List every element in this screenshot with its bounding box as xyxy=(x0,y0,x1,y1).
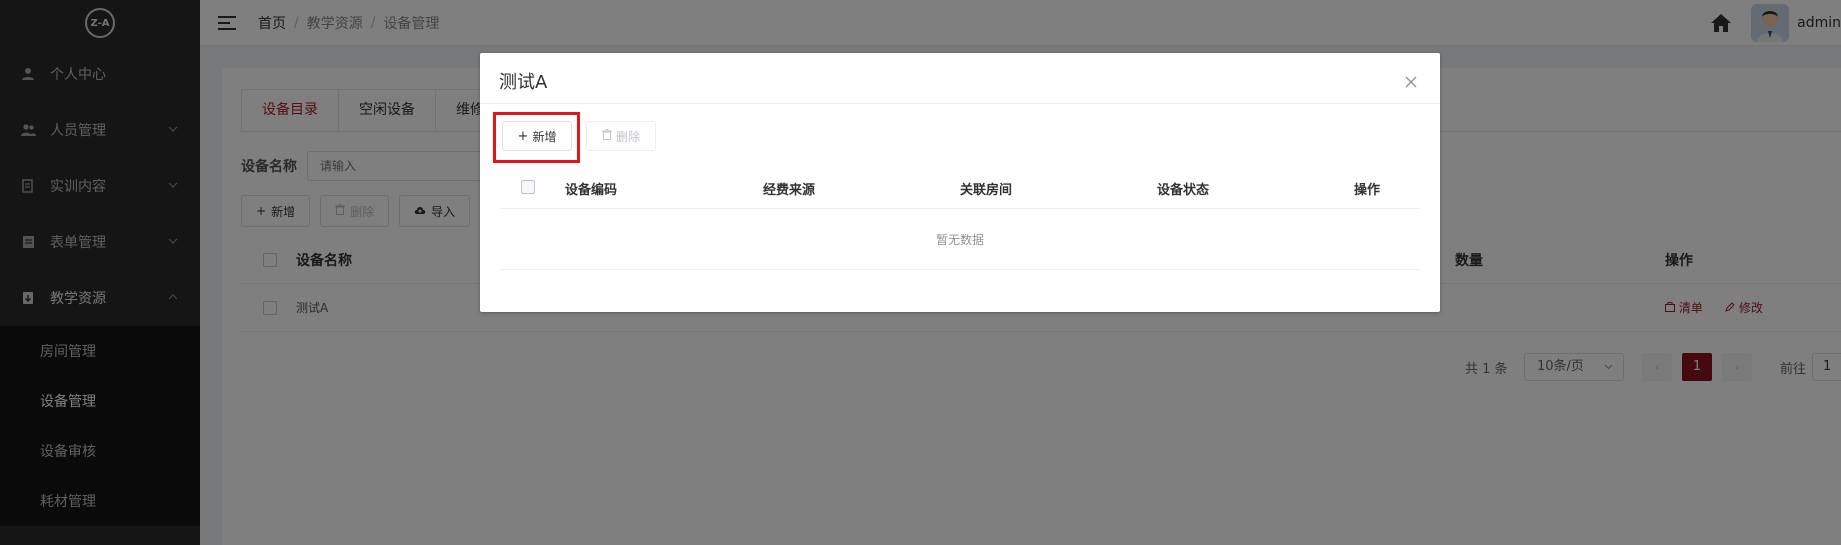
dialog-delete-button[interactable]: 删除 xyxy=(586,121,656,151)
column-funding-source: 经费来源 xyxy=(763,183,816,198)
dialog-add-button-label: 新增 xyxy=(532,129,557,144)
dialog-delete-button-label: 删除 xyxy=(615,129,640,144)
column-operations: 操作 xyxy=(1354,183,1381,198)
dialog-table-header: 设备编码 经费来源 关联房间 设备状态 操作 xyxy=(500,165,1420,209)
close-icon[interactable] xyxy=(1404,75,1418,89)
plus-icon: + xyxy=(517,128,529,144)
dialog-select-all-checkbox[interactable] xyxy=(521,180,535,194)
column-linked-room: 关联房间 xyxy=(960,183,1013,198)
device-dialog: 测试A + 新增 删除 设备编码 经费来源 关联房间 设备状态 操作 暂无数据 xyxy=(480,53,1440,312)
column-device-code: 设备编码 xyxy=(565,183,618,198)
dialog-divider xyxy=(480,103,1440,104)
trash-icon xyxy=(601,129,612,143)
empty-state: 暂无数据 xyxy=(500,210,1420,270)
dialog-add-button[interactable]: + 新增 xyxy=(502,121,572,151)
column-device-status: 设备状态 xyxy=(1157,183,1210,198)
dialog-title: 测试A xyxy=(499,72,548,93)
